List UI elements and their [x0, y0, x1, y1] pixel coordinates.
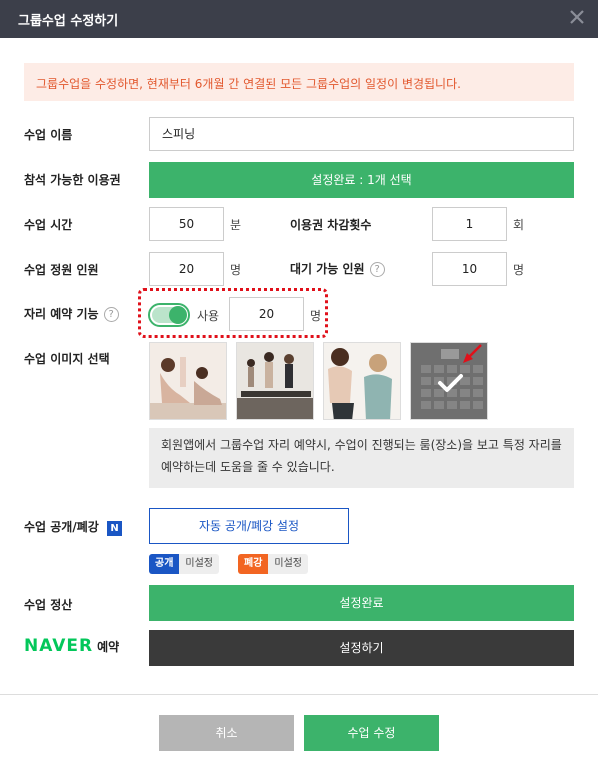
publish-label: 수업 공개/폐강 [24, 520, 99, 534]
seat-count-unit: 명 [310, 309, 322, 323]
pass-label: 참석 가능한 이용권 [24, 173, 121, 187]
class-name-input[interactable]: 스피닝 [149, 117, 574, 151]
settlement-label: 수업 정산 [24, 598, 73, 612]
naver-sub: 예약 [97, 640, 120, 654]
warning-notice: 그룹수업을 수정하면, 현재부터 6개월 간 연결된 모든 그룹수업의 일정이 … [24, 63, 574, 101]
class-name-label: 수업 이름 [24, 128, 73, 142]
class-image-option-seat-map[interactable] [410, 342, 488, 420]
close-status-badge: 폐강 미설정 [238, 554, 309, 574]
open-tag: 공개 [149, 554, 180, 574]
waitlist-label: 대기 가능 인원 [290, 262, 365, 276]
naver-booking-logo: NAVER 예약 [24, 636, 119, 656]
submit-button[interactable]: 수업 수정 [304, 715, 439, 751]
class-image-option-pilates[interactable] [236, 342, 314, 420]
help-icon[interactable]: ? [103, 307, 119, 322]
deduction-label: 이용권 차감횟수 [290, 218, 372, 232]
class-time-input[interactable]: 50 [149, 207, 224, 241]
open-status-badge: 공개 미설정 [149, 554, 220, 574]
waitlist-label-row: 대기 가능 인원? [290, 260, 385, 277]
capacity-input[interactable]: 20 [149, 252, 224, 286]
edit-group-class-modal: 그룹수업 수정하기 그룹수업을 수정하면, 현재부터 6개월 간 연결된 모든 … [0, 0, 598, 770]
naver-logo: NAVER [24, 636, 94, 656]
waitlist-input[interactable]: 10 [432, 252, 507, 286]
seat-label-row: 자리 예약 기능? [24, 305, 119, 322]
footer-divider [0, 694, 598, 695]
toggle-knob [169, 306, 187, 324]
class-image-option-fitness[interactable] [323, 342, 401, 420]
seat-label: 자리 예약 기능 [24, 307, 99, 321]
help-icon[interactable]: ? [369, 262, 385, 277]
pass-setting-button[interactable]: 설정완료 : 1개 선택 [149, 162, 574, 198]
class-image-option-yoga[interactable] [149, 342, 227, 420]
modal-header: 그룹수업 수정하기 [0, 0, 598, 38]
publish-label-row: 수업 공개/폐강 N [24, 518, 122, 536]
settlement-button[interactable]: 설정완료 [149, 585, 574, 621]
capacity-unit: 명 [230, 263, 242, 277]
auto-publish-button[interactable]: 자동 공개/폐강 설정 [149, 508, 349, 544]
cancel-button[interactable]: 취소 [159, 715, 294, 751]
seat-count-input[interactable]: 20 [229, 297, 304, 331]
seat-info-text: 회원앱에서 그룹수업 자리 예약시, 수업이 진행되는 룸(장소)을 보고 특정… [149, 428, 574, 488]
close-value: 미설정 [268, 554, 309, 574]
close-icon[interactable] [566, 6, 588, 28]
new-badge: N [107, 521, 122, 536]
class-time-unit: 분 [230, 218, 242, 232]
seat-toggle-label: 사용 [197, 309, 220, 323]
deduction-input[interactable]: 1 [432, 207, 507, 241]
modal-title: 그룹수업 수정하기 [18, 14, 119, 29]
open-value: 미설정 [179, 554, 220, 574]
class-time-label: 수업 시간 [24, 218, 73, 232]
seat-toggle[interactable] [148, 303, 190, 327]
close-tag: 폐강 [238, 554, 269, 574]
waitlist-unit: 명 [513, 263, 525, 277]
naver-setup-button[interactable]: 설정하기 [149, 630, 574, 666]
deduction-unit: 회 [513, 218, 525, 232]
image-label: 수업 이미지 선택 [24, 352, 110, 366]
capacity-label: 수업 정원 인원 [24, 263, 99, 277]
